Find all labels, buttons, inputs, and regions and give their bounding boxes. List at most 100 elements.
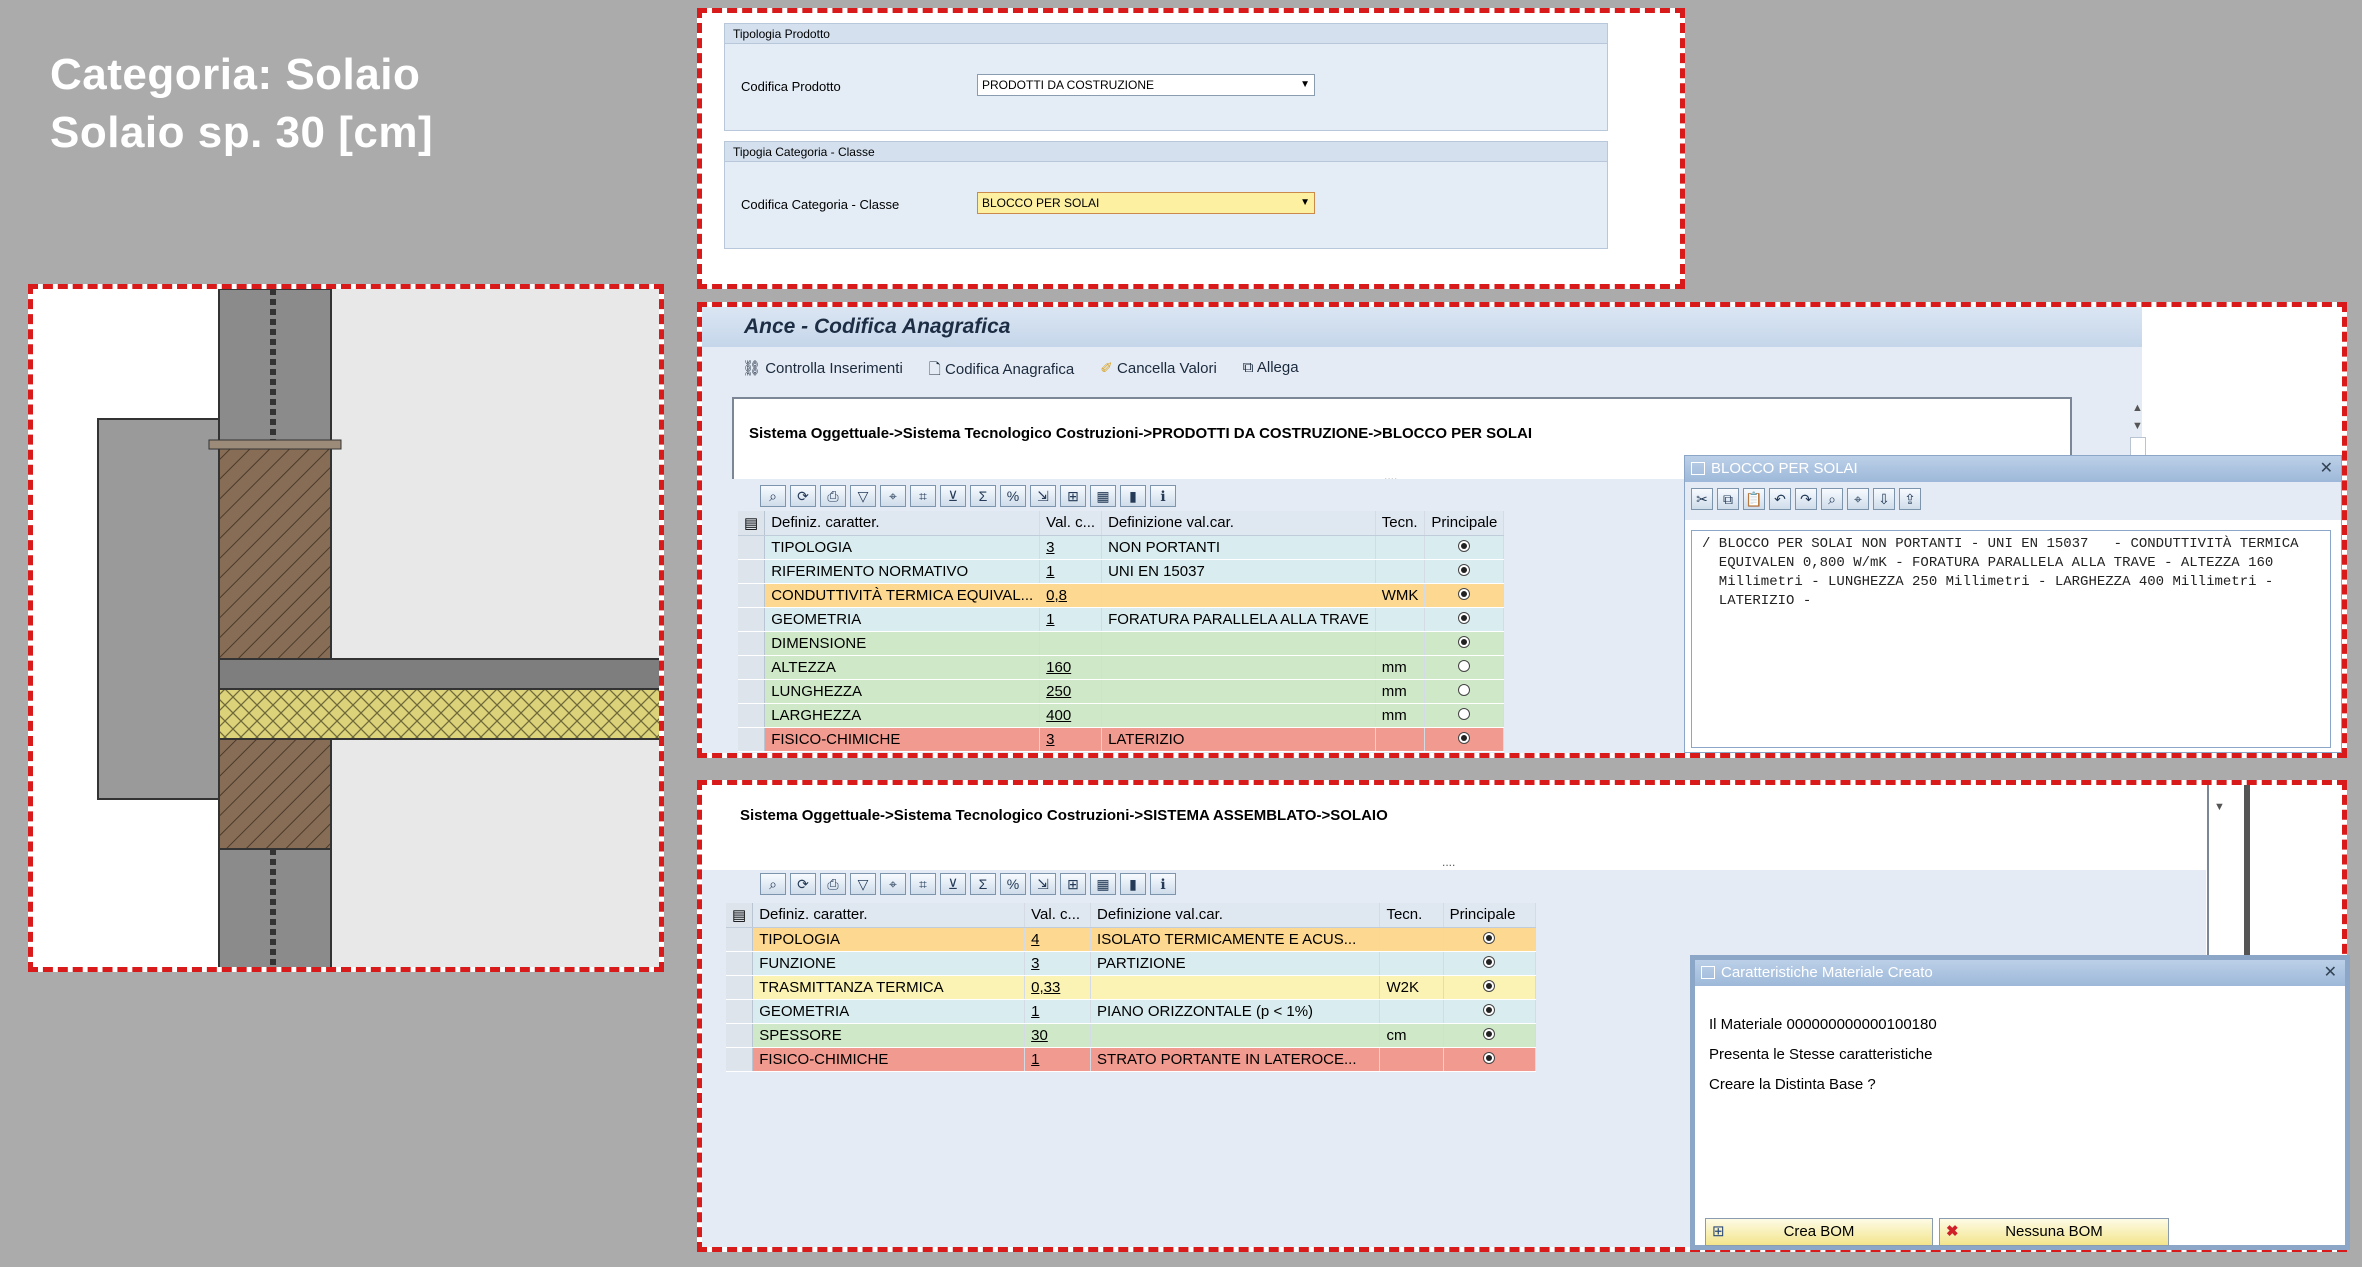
radio-icon[interactable] (1458, 707, 1471, 720)
radio-icon[interactable] (1483, 931, 1496, 944)
value-code[interactable] (1039, 631, 1103, 656)
radio-icon[interactable] (1458, 659, 1471, 672)
table-row[interactable]: SPESSORE 30 cm (726, 1023, 1537, 1048)
table-row[interactable]: TIPOLOGIA 4 ISOLATO TERMICAMENTE E ACUS... (726, 927, 1537, 952)
info-icon[interactable]: ℹ (1150, 873, 1176, 895)
table-row[interactable]: CONDUTTIVITÀ TERMICA EQUIVAL... 0,8 WMK (738, 583, 1505, 608)
refresh-icon[interactable]: ⟳ (790, 485, 816, 507)
row-selector[interactable] (726, 927, 754, 952)
export-icon[interactable]: ⇲ (1030, 873, 1056, 895)
sum-icon[interactable]: Σ (970, 873, 996, 895)
value-code[interactable]: 250 (1039, 679, 1103, 704)
info-icon[interactable]: ℹ (1150, 485, 1176, 507)
layout-icon[interactable]: ▦ (1090, 873, 1116, 895)
radio-icon[interactable] (1483, 955, 1496, 968)
print-icon[interactable]: ⎙ (820, 873, 846, 895)
find-icon[interactable]: ⌖ (880, 485, 906, 507)
table-row[interactable]: FUNZIONE 3 PARTIZIONE (726, 951, 1537, 976)
row-selector[interactable] (726, 999, 754, 1024)
radio-icon[interactable] (1458, 587, 1471, 600)
radio-icon[interactable] (1483, 979, 1496, 992)
copy-icon[interactable]: ⧉ (1717, 488, 1739, 510)
radio-icon[interactable] (1458, 683, 1471, 696)
redo-icon[interactable]: ↷ (1795, 488, 1817, 510)
find-next-icon[interactable]: ⌗ (910, 873, 936, 895)
row-selector[interactable] (738, 535, 766, 560)
radio-icon[interactable] (1458, 611, 1471, 624)
table-row[interactable]: LUNGHEZZA 250 mm (738, 679, 1505, 704)
radio-icon[interactable] (1483, 1027, 1496, 1040)
row-selector[interactable] (738, 559, 766, 584)
row-selector[interactable] (726, 1023, 754, 1048)
table-row[interactable]: DIMENSIONE (738, 631, 1505, 656)
table-row[interactable]: RIFERIMENTO NORMATIVO 1 UNI EN 15037 (738, 559, 1505, 584)
value-code[interactable]: 3 (1039, 727, 1103, 752)
column-header[interactable]: Tecn. (1379, 903, 1444, 928)
column-header[interactable]: Val. c... (1039, 511, 1103, 536)
filter-icon[interactable]: ▽ (850, 485, 876, 507)
graphic-icon[interactable]: ▮ (1120, 873, 1146, 895)
set-filter-icon[interactable]: ⊻ (940, 873, 966, 895)
radio-icon[interactable] (1483, 1003, 1496, 1016)
encode-button[interactable]: 🗋 Codifica Anagrafica (929, 359, 1074, 384)
column-header[interactable]: Principale (1443, 903, 1537, 928)
table-row[interactable]: TRASMITTANZA TERMICA 0,33 W2K (726, 975, 1537, 1000)
value-code[interactable]: 400 (1039, 703, 1103, 728)
product-code-dropdown[interactable]: PRODOTTI DA COSTRUZIONE ▼ (977, 74, 1315, 96)
find-next-icon[interactable]: ⌗ (910, 485, 936, 507)
table-row[interactable]: ALTEZZA 160 mm (738, 655, 1505, 680)
row-selector[interactable] (726, 951, 754, 976)
row-selector[interactable] (726, 1047, 754, 1072)
row-selector[interactable] (738, 679, 766, 704)
find-icon[interactable]: ⌕ (1821, 488, 1843, 510)
details-icon[interactable]: ⌕ (760, 873, 786, 895)
radio-icon[interactable] (1458, 563, 1471, 576)
value-code[interactable]: 0,33 (1024, 975, 1092, 1000)
scroll-arrows[interactable]: ▲ ▼ (2132, 399, 2143, 435)
print-icon[interactable]: ⎙ (820, 485, 846, 507)
paste-icon[interactable]: 📋 (1743, 488, 1765, 510)
subtotal-icon[interactable]: % (1000, 873, 1026, 895)
column-header[interactable]: Tecn. (1375, 511, 1426, 536)
attach-button[interactable]: ⧉ Allega (1243, 359, 1299, 384)
value-code[interactable]: 3 (1024, 951, 1092, 976)
category-code-dropdown[interactable]: BLOCCO PER SOLAI ▼ (977, 192, 1315, 214)
select-all-icon[interactable]: ▤ (726, 903, 754, 928)
radio-icon[interactable] (1458, 635, 1471, 648)
row-selector[interactable] (738, 583, 766, 608)
scroll-down-icon[interactable]: ▼ (2214, 801, 2225, 813)
value-code[interactable]: 1 (1039, 607, 1103, 632)
row-selector[interactable] (738, 727, 766, 752)
sum-icon[interactable]: Σ (970, 485, 996, 507)
column-header[interactable]: Definiz. caratter. (764, 511, 1041, 536)
import-icon[interactable]: ⇩ (1873, 488, 1895, 510)
value-code[interactable]: 1 (1024, 1047, 1092, 1072)
value-code[interactable]: 0,8 (1039, 583, 1103, 608)
details-icon[interactable]: ⌕ (760, 485, 786, 507)
radio-icon[interactable] (1458, 539, 1471, 552)
column-header[interactable]: Definiz. caratter. (752, 903, 1026, 928)
value-code[interactable]: 4 (1024, 927, 1092, 952)
clear-values-button[interactable]: ✐ Cancella Valori (1100, 359, 1217, 384)
value-code[interactable]: 1 (1024, 999, 1092, 1024)
column-header[interactable]: Definizione val.car. (1101, 511, 1376, 536)
row-selector[interactable] (738, 607, 766, 632)
value-code[interactable]: 30 (1024, 1023, 1092, 1048)
value-code[interactable]: 3 (1039, 535, 1103, 560)
undo-icon[interactable]: ↶ (1769, 488, 1791, 510)
table-row[interactable]: GEOMETRIA 1 FORATURA PARALLELA ALLA TRAVE (738, 607, 1505, 632)
table-row[interactable]: FISICO-CHIMICHE 3 LATERIZIO (738, 727, 1505, 752)
close-icon[interactable]: ✕ (2324, 960, 2337, 986)
download-icon[interactable]: ⇪ (1899, 488, 1921, 510)
subtotal-icon[interactable]: % (1000, 485, 1026, 507)
close-icon[interactable]: ✕ (2320, 456, 2333, 482)
radio-icon[interactable] (1458, 731, 1471, 744)
description-text[interactable]: / BLOCCO PER SOLAI NON PORTANTI - UNI EN… (1691, 530, 2331, 748)
find-icon[interactable]: ⌖ (880, 873, 906, 895)
layout-icon[interactable]: ▦ (1090, 485, 1116, 507)
column-header[interactable]: Definizione val.car. (1090, 903, 1381, 928)
refresh-icon[interactable]: ⟳ (790, 873, 816, 895)
row-selector[interactable] (726, 975, 754, 1000)
filter-icon[interactable]: ▽ (850, 873, 876, 895)
cut-icon[interactable]: ✂ (1691, 488, 1713, 510)
